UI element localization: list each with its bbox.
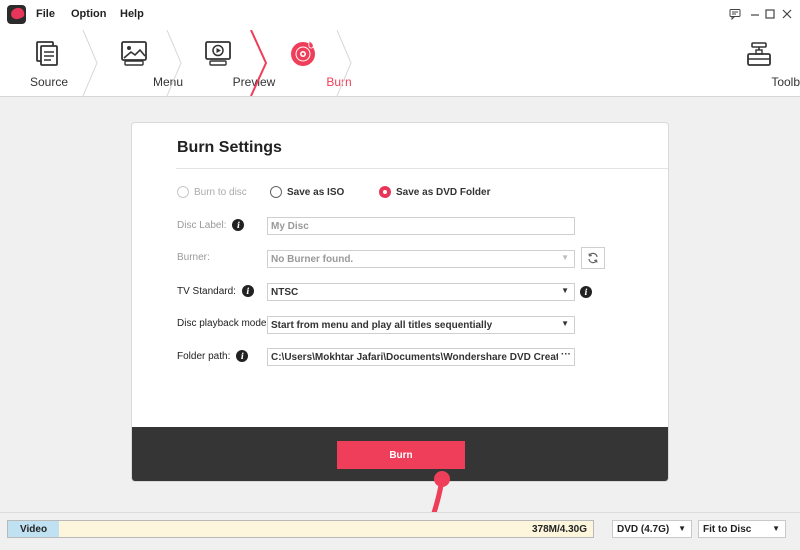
step-label: Source bbox=[29, 75, 69, 89]
step-separator bbox=[82, 30, 98, 96]
row-label-text: TV Standard: bbox=[177, 285, 236, 297]
refresh-burner-button[interactable] bbox=[581, 247, 605, 269]
chevron-down-icon: ▼ bbox=[561, 319, 569, 328]
browse-folder-button[interactable]: ··· bbox=[558, 349, 574, 365]
burn-disc-icon bbox=[289, 39, 317, 66]
info-icon[interactable]: i bbox=[241, 285, 254, 297]
minimize-icon[interactable] bbox=[748, 7, 762, 21]
info-icon[interactable]: i bbox=[236, 350, 249, 362]
step-separator bbox=[166, 30, 182, 96]
row-label-text: Folder path: bbox=[177, 350, 231, 362]
disc-label-input[interactable]: My Disc bbox=[267, 217, 575, 235]
step-preview[interactable]: Preview bbox=[182, 30, 275, 96]
chevron-down-icon: ▼ bbox=[561, 286, 569, 295]
radio-dot bbox=[379, 186, 391, 198]
panel-divider bbox=[176, 168, 668, 169]
playback-mode-label: Disc playback mode: bbox=[177, 318, 269, 329]
toolbox-button[interactable]: Toolbox bbox=[726, 30, 800, 96]
chevron-down-icon: ▼ bbox=[772, 524, 780, 533]
chevron-down-icon: ▼ bbox=[678, 524, 686, 533]
panel-title: Burn Settings bbox=[177, 139, 282, 156]
capacity-size: 378M/4.30G bbox=[531, 524, 587, 535]
field-value: My Disc bbox=[271, 221, 309, 232]
save-as-iso-radio[interactable]: Save as ISO bbox=[270, 186, 344, 198]
status-bar: Video 378M/4.30G DVD (4.7G) ▼ Fit to Dis… bbox=[0, 512, 800, 550]
radio-dot bbox=[177, 186, 189, 198]
info-icon[interactable]: i bbox=[580, 286, 592, 298]
select-value: Fit to Disc bbox=[703, 524, 752, 535]
tv-standard-select[interactable]: NTSC ▼ bbox=[267, 283, 575, 301]
burner-label: Burner: bbox=[177, 252, 210, 263]
radio-dot bbox=[270, 186, 282, 198]
playback-mode-select[interactable]: Start from menu and play all titles sequ… bbox=[267, 316, 575, 334]
radio-label: Burn to disc bbox=[194, 186, 247, 198]
capacity-bar: Video 378M/4.30G bbox=[7, 520, 594, 538]
radio-label: Save as DVD Folder bbox=[396, 186, 491, 198]
disc-type-select[interactable]: DVD (4.7G) ▼ bbox=[612, 520, 692, 538]
source-icon bbox=[33, 40, 61, 66]
feedback-icon[interactable] bbox=[728, 7, 742, 21]
burn-settings-panel: Burn Settings Burn to disc Save as ISO S… bbox=[131, 122, 669, 482]
save-as-dvd-folder-radio[interactable]: Save as DVD Folder bbox=[379, 186, 490, 198]
main-area: Burn Settings Burn to disc Save as ISO S… bbox=[0, 97, 800, 533]
field-value: No Burner found. bbox=[271, 254, 354, 265]
folder-path-input[interactable]: C:\Users\Mokhtar Jafari\Documents\Wonder… bbox=[267, 348, 575, 366]
step-separator bbox=[336, 30, 352, 96]
chevron-down-icon: ▼ bbox=[561, 253, 569, 262]
step-separator-active bbox=[250, 30, 268, 96]
refresh-icon bbox=[588, 252, 598, 264]
title-bar: File Option Help bbox=[0, 0, 800, 30]
field-value: Start from menu and play all titles sequ… bbox=[271, 320, 493, 331]
row-label-text: Disc playback mode: bbox=[177, 318, 270, 329]
disc-label-label: Disc Label: i bbox=[177, 219, 245, 231]
select-value: DVD (4.7G) bbox=[617, 524, 670, 535]
step-bar: Source Menu Preview Burn Toolbox bbox=[0, 30, 800, 97]
capacity-type-label: Video bbox=[20, 524, 48, 535]
radio-label: Save as ISO bbox=[287, 186, 345, 198]
field-value: NTSC bbox=[271, 287, 299, 298]
burn-bar: Burn bbox=[132, 427, 668, 481]
menu-image-icon bbox=[120, 40, 148, 66]
menu-file[interactable]: File bbox=[36, 8, 55, 20]
app-logo bbox=[7, 5, 26, 24]
row-label-text: Burner: bbox=[177, 252, 210, 263]
row-label-text: Disc Label: bbox=[177, 219, 227, 231]
burner-select[interactable]: No Burner found. ▼ bbox=[267, 250, 575, 268]
menu-option[interactable]: Option bbox=[71, 8, 106, 20]
preview-play-icon bbox=[204, 40, 232, 66]
toolbox-label: Toolbox bbox=[771, 75, 800, 89]
step-source[interactable]: Source bbox=[0, 30, 90, 96]
step-menu[interactable]: Menu bbox=[98, 30, 183, 96]
fit-mode-select[interactable]: Fit to Disc ▼ bbox=[698, 520, 786, 538]
step-burn[interactable]: Burn bbox=[267, 30, 352, 96]
toolbox-icon bbox=[745, 40, 773, 66]
maximize-icon[interactable] bbox=[763, 7, 777, 21]
close-icon[interactable] bbox=[780, 7, 794, 21]
menu-help[interactable]: Help bbox=[120, 8, 144, 20]
tv-standard-label: TV Standard: i bbox=[177, 285, 254, 297]
field-value: C:\Users\Mokhtar Jafari\Documents\Wonder… bbox=[271, 352, 575, 363]
info-icon[interactable]: i bbox=[232, 219, 245, 231]
burn-button[interactable]: Burn bbox=[337, 441, 465, 469]
burn-to-disc-radio[interactable]: Burn to disc bbox=[177, 186, 247, 198]
folder-path-label: Folder path: i bbox=[177, 350, 249, 362]
